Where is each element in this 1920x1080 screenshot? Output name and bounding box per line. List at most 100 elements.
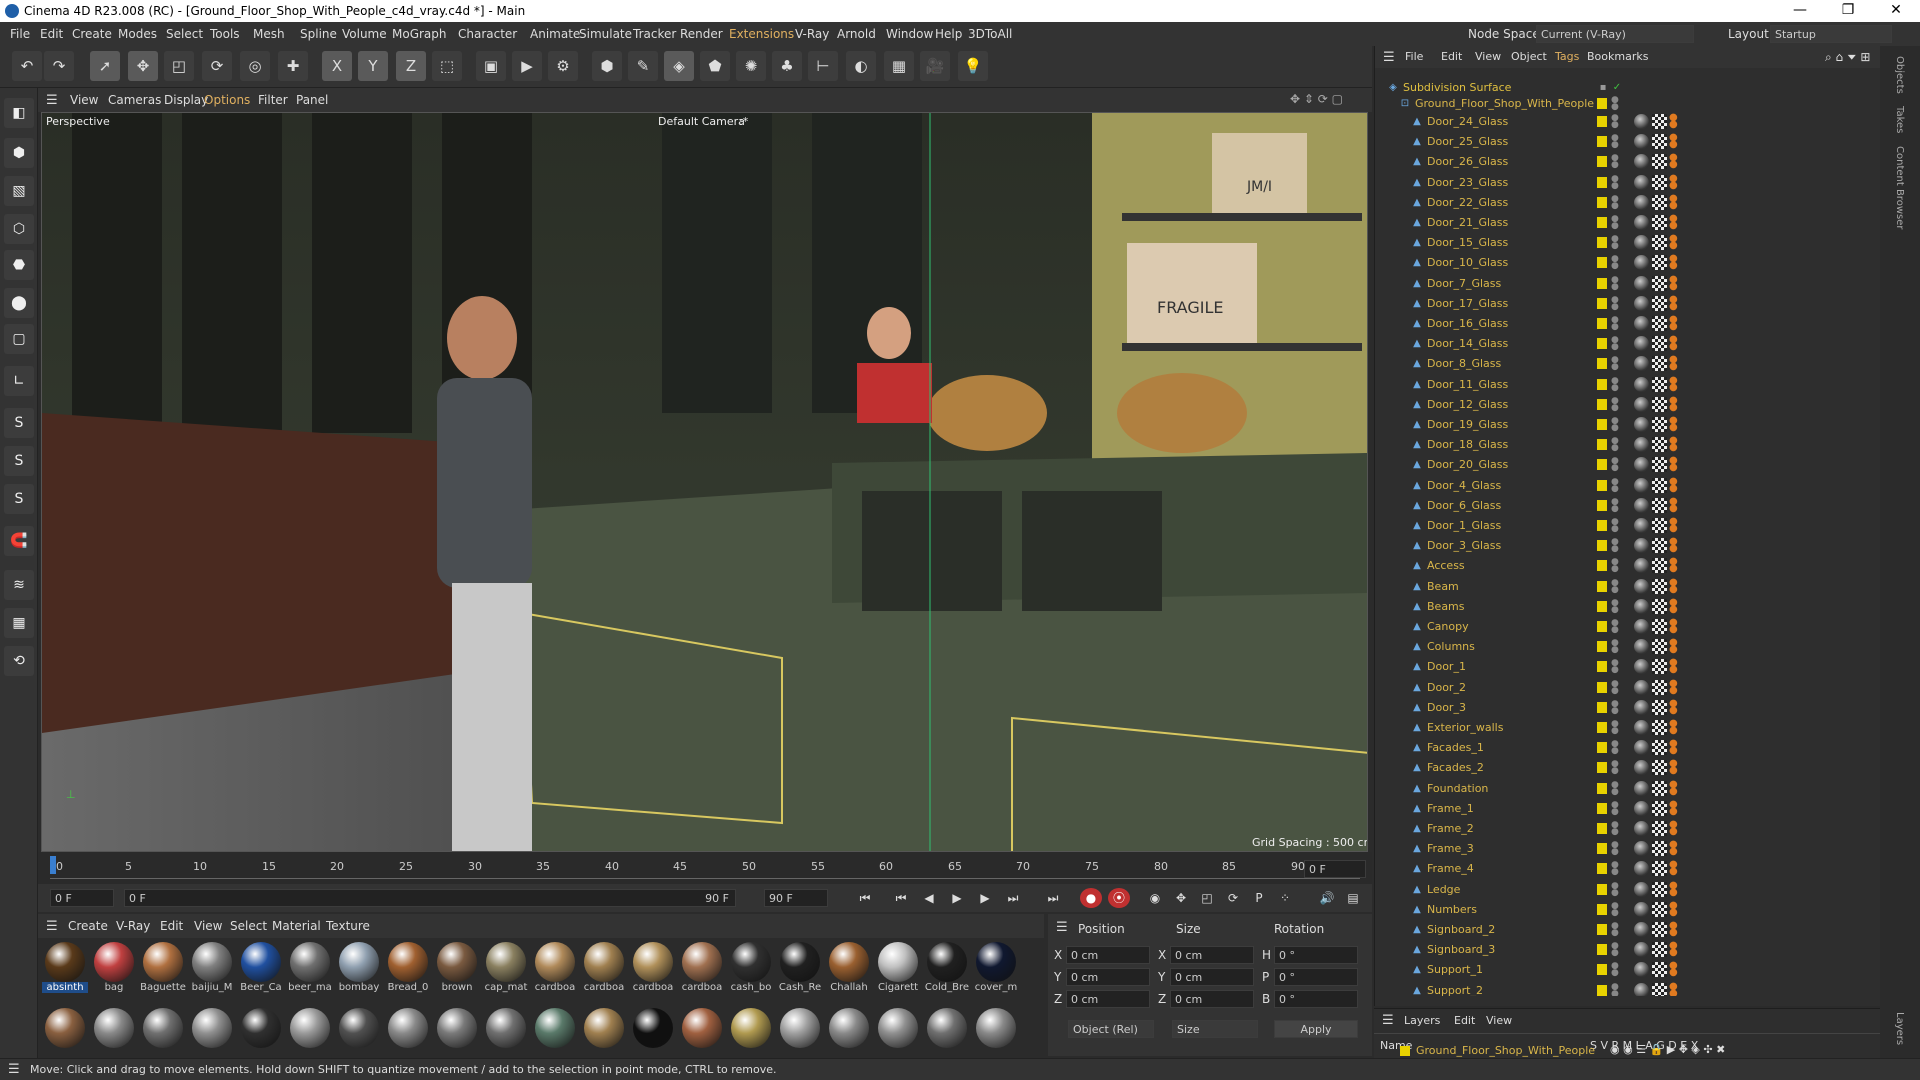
extrude-icon[interactable]: ⬟ — [700, 51, 730, 81]
material-swatch[interactable] — [875, 1008, 921, 1064]
object-menu-bookmarks[interactable]: Bookmarks — [1587, 50, 1648, 63]
side-tab-content-browser[interactable]: Content Browser — [1894, 146, 1905, 229]
visibility-dots-icon[interactable]: ● ● — [1611, 901, 1619, 917]
material-tag-icon[interactable] — [1652, 316, 1667, 331]
material-tag-icon[interactable] — [1652, 154, 1667, 170]
material-tag-icon[interactable] — [1634, 982, 1649, 996]
material-menu-v-ray[interactable]: V-Ray — [116, 919, 150, 933]
layer-color-icon[interactable] — [1597, 398, 1607, 410]
vray-tag-icon[interactable]: ● ● — [1669, 597, 1679, 614]
object-row[interactable]: ▲ Door_24_Glass ● ● ● ● — [1375, 112, 1881, 132]
vray-tag-icon[interactable]: ● ● — [1669, 638, 1679, 655]
end-frame-field[interactable]: 90 F — [764, 889, 828, 907]
material-tag-icon[interactable] — [1634, 336, 1649, 352]
edge-mode-icon[interactable]: ⬣ — [4, 250, 34, 280]
material-swatch[interactable] — [434, 1008, 480, 1064]
material-swatch[interactable] — [679, 1008, 725, 1064]
object-row[interactable]: ▲ Beams ● ● ● ● — [1375, 597, 1881, 617]
side-tab-takes[interactable]: Takes — [1894, 106, 1905, 133]
visibility-dots-icon[interactable]: ● ● — [1611, 942, 1619, 958]
object-row[interactable]: ▲ Support_1 ● ● ● ● — [1375, 960, 1881, 980]
material-swatch[interactable] — [826, 1008, 872, 1064]
camera-name[interactable]: Default Camera — [658, 115, 745, 128]
move-key-icon[interactable]: ✥ — [1170, 888, 1192, 908]
material-swatch[interactable]: bombay — [336, 942, 382, 998]
object-row[interactable]: ▲ Door_17_Glass ● ● ● ● — [1375, 294, 1881, 314]
visibility-dots-icon[interactable]: ● ● — [1611, 457, 1619, 473]
coordinate-system-icon[interactable]: ⬚ — [432, 51, 462, 81]
object-row[interactable]: ▲ Support_2 ● ● ● ● — [1375, 981, 1881, 996]
material-tag-icon[interactable] — [1652, 699, 1667, 715]
material-swatch[interactable] — [973, 1008, 1019, 1064]
vray-tag-icon[interactable]: ● ● — [1669, 739, 1679, 756]
vray-tag-icon[interactable]: ● ● — [1669, 254, 1679, 271]
layer-color-icon[interactable] — [1597, 661, 1607, 673]
object-row[interactable]: ▲ Access ● ● ● ● — [1375, 556, 1881, 576]
object-row[interactable]: ▲ Door_10_Glass ● ● ● ● — [1375, 253, 1881, 273]
material-tag-icon[interactable] — [1634, 699, 1649, 715]
vray-tag-icon[interactable]: ● ● — [1669, 759, 1679, 776]
material-tag-icon[interactable] — [1634, 962, 1649, 978]
hamburger-icon[interactable]: ☰ — [46, 919, 58, 934]
material-tag-icon[interactable] — [1652, 215, 1667, 230]
material-tag-icon[interactable] — [1652, 295, 1667, 311]
go-to-start-icon[interactable]: ⏮ — [890, 888, 912, 908]
rotation-p-field[interactable]: 0 ° — [1274, 968, 1358, 986]
material-tag-icon[interactable] — [1634, 114, 1649, 129]
material-tag-icon[interactable] — [1634, 740, 1649, 756]
material-swatch[interactable]: Bread_0 — [385, 942, 431, 998]
object-row[interactable]: ▲ Door_12_Glass ● ● ● ● — [1375, 395, 1881, 415]
visibility-dots-icon[interactable]: ● ● — [1611, 922, 1619, 938]
visibility-dots-icon[interactable]: ● ● — [1611, 235, 1619, 251]
layer-color-icon[interactable] — [1597, 742, 1607, 754]
object-row[interactable]: ▲ Frame_2 ● ● ● ● — [1375, 819, 1881, 839]
layer-color-icon[interactable] — [1597, 338, 1607, 350]
menu-render[interactable]: Render — [680, 27, 723, 41]
material-tag-icon[interactable] — [1634, 457, 1649, 473]
menu-select[interactable]: Select — [166, 27, 203, 41]
object-row[interactable]: ▲ Frame_3 ● ● ● ● — [1375, 839, 1881, 859]
menu-arnold[interactable]: Arnold — [837, 27, 876, 41]
layer-color-icon[interactable] — [1597, 217, 1607, 228]
visibility-dots-icon[interactable]: ● ● — [1611, 215, 1619, 231]
material-tag-icon[interactable] — [1652, 457, 1667, 473]
side-tab-objects[interactable]: Objects — [1894, 56, 1905, 94]
vray-tag-icon[interactable]: ● ● — [1669, 395, 1679, 412]
visibility-dots-icon[interactable]: ● ● — [1611, 861, 1619, 877]
vray-tag-icon[interactable]: ● ● — [1669, 416, 1679, 433]
material-swatch[interactable]: Beer_Ca — [238, 942, 284, 998]
vray-tag-icon[interactable]: ● ● — [1669, 678, 1679, 695]
snap-icon[interactable]: S — [4, 408, 34, 438]
live-select-icon[interactable]: ◎ — [240, 51, 270, 81]
layers-menu-edit[interactable]: Edit — [1454, 1014, 1475, 1027]
select-icon[interactable]: ➚ — [90, 51, 120, 81]
visibility-dots-icon[interactable]: ● ● — [1611, 800, 1619, 816]
menu-animate[interactable]: Animate — [530, 27, 580, 41]
record-icon[interactable]: ● — [1080, 888, 1102, 908]
object-row[interactable]: ▲ Door_14_Glass ● ● ● ● — [1375, 334, 1881, 354]
vray-tag-icon[interactable]: ● ● — [1669, 274, 1679, 291]
add-icon[interactable]: ✚ — [278, 51, 308, 81]
material-tag-icon[interactable] — [1634, 619, 1649, 634]
search-icon[interactable]: ⌕ ⌂ ⏷ ⊞ — [1825, 50, 1870, 65]
layer-color-icon[interactable] — [1597, 762, 1607, 774]
vray-tag-icon[interactable]: ● ● — [1669, 153, 1679, 170]
point-mode-icon[interactable]: ⬡ — [4, 214, 34, 244]
viewport-menu-cameras[interactable]: Cameras — [108, 93, 161, 107]
material-tag-icon[interactable] — [1652, 598, 1667, 614]
visibility-dots-icon[interactable]: ● ● — [1611, 437, 1619, 453]
start-frame-field[interactable]: 0 F — [50, 889, 114, 907]
layer-color-icon[interactable] — [1597, 823, 1607, 834]
layer-color-icon[interactable] — [1597, 479, 1607, 491]
material-tag-icon[interactable] — [1634, 538, 1649, 554]
menu-edit[interactable]: Edit — [40, 27, 63, 41]
menu-create[interactable]: Create — [72, 27, 112, 41]
material-swatch[interactable] — [385, 1008, 431, 1064]
object-row[interactable]: ▲ Door_11_Glass ● ● ● ● — [1375, 375, 1881, 395]
vray-tag-icon[interactable]: ● ● — [1669, 880, 1679, 897]
visibility-dots-icon[interactable]: ● ● — [1611, 518, 1619, 534]
visibility-dots-icon[interactable]: ● ● — [1611, 982, 1619, 996]
layer-color-icon[interactable] — [1597, 439, 1607, 451]
layer-color-icon[interactable] — [1597, 580, 1607, 592]
layer-color-icon[interactable] — [1597, 176, 1607, 188]
